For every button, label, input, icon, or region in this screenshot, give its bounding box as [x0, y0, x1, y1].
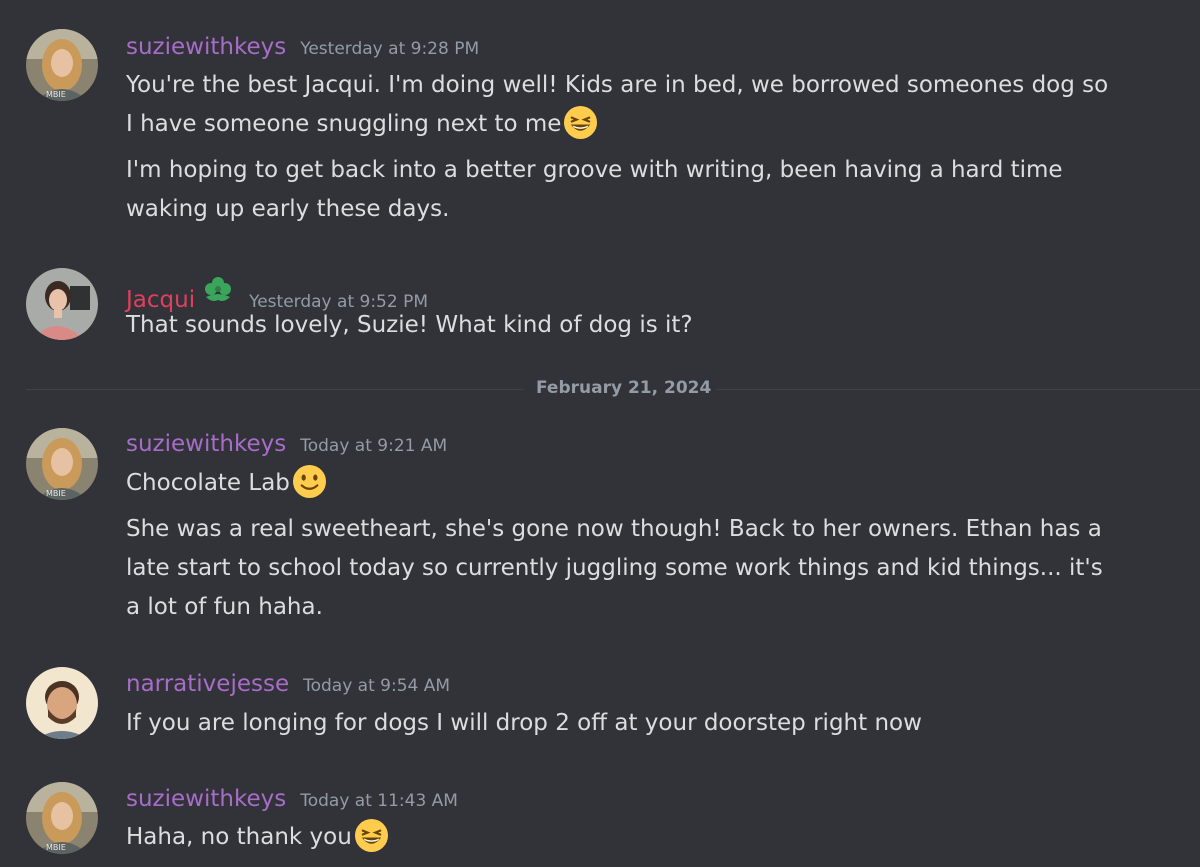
message-text: She was a real sweetheart, she's gone no…: [126, 516, 1102, 542]
message-text: Haha, no thank you: [126, 824, 352, 850]
avatar-suziewithkeys[interactable]: MBIE: [26, 29, 98, 101]
message-text: a lot of fun haha.: [126, 594, 323, 620]
avatar-suziewithkeys[interactable]: MBIE: [26, 782, 98, 854]
username-suziewithkeys[interactable]: suziewithkeys: [126, 431, 286, 457]
message-text: Chocolate Lab: [126, 470, 290, 496]
message-text: If you are longing for dogs I will drop …: [126, 710, 922, 736]
message-text-line: Haha, no thank you: [126, 818, 1166, 857]
date-divider-line: [26, 389, 524, 390]
message-text: You're the best Jacqui. I'm doing well! …: [126, 72, 1109, 98]
svg-text:MBIE: MBIE: [46, 843, 66, 852]
date-divider-line: [716, 389, 1200, 390]
message-text: I have someone snuggling next to me: [126, 111, 562, 137]
clover-badge-icon[interactable]: [201, 273, 235, 307]
date-divider-label: February 21, 2024: [536, 378, 712, 398]
message-text: waking up early these days.: [126, 196, 450, 222]
avatar-jacqui[interactable]: [26, 268, 98, 340]
message-text-line: I have someone snuggling next to me: [126, 105, 1166, 144]
message-text-line: Chocolate Lab: [126, 464, 1166, 503]
svg-text:MBIE: MBIE: [46, 489, 66, 498]
grinning-squinting-face-emoji-icon[interactable]: [563, 105, 598, 140]
grinning-squinting-face-emoji-icon[interactable]: [354, 818, 389, 853]
message-text: That sounds lovely, Suzie! What kind of …: [126, 312, 693, 338]
timestamp[interactable]: Yesterday at 9:28 PM: [300, 39, 479, 59]
avatar-suziewithkeys[interactable]: MBIE: [26, 428, 98, 500]
timestamp[interactable]: Today at 9:54 AM: [303, 676, 450, 696]
username-suziewithkeys[interactable]: suziewithkeys: [126, 786, 286, 812]
username-suziewithkeys[interactable]: suziewithkeys: [126, 34, 286, 60]
slightly-smiling-face-emoji-icon[interactable]: [292, 464, 327, 499]
timestamp[interactable]: Today at 11:43 AM: [300, 791, 458, 811]
svg-text:MBIE: MBIE: [46, 90, 66, 99]
message-text: I'm hoping to get back into a better gro…: [126, 157, 1063, 183]
avatar-narrativejesse[interactable]: [26, 667, 98, 739]
message-text: late start to school today so currently …: [126, 555, 1103, 581]
timestamp[interactable]: Today at 9:21 AM: [300, 436, 447, 456]
username-narrativejesse[interactable]: narrativejesse: [126, 671, 289, 697]
